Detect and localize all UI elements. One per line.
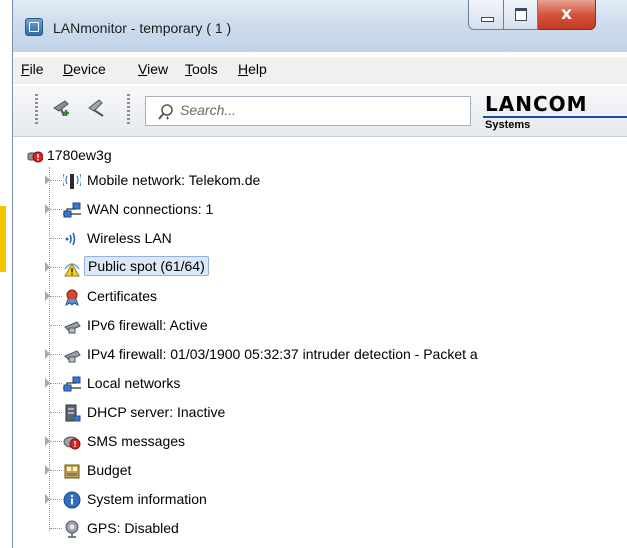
tree-item-wireless-lan[interactable]: Wireless LAN [39,227,627,251]
tree-item-budget[interactable]: Budget [39,459,627,483]
sms-icon [63,436,81,450]
router-alert-icon [27,151,43,163]
search-device-icon[interactable] [85,96,109,120]
logo-subtext: Systems [485,119,531,131]
budget-icon [64,464,80,479]
tree-item-label: DHCP server: Inactive [87,404,226,420]
tree-item-wan-connections[interactable]: WAN connections: 1 [39,198,627,222]
minimize-button[interactable] [468,0,504,30]
tree-item-ipv4-firewall[interactable]: IPv4 firewall: 01/03/1900 05:32:37 intru… [39,343,627,367]
network-icon [63,202,81,218]
tree-item-mobile-network[interactable]: Mobile network: Telekom.de [39,169,627,193]
close-button[interactable]: x [538,0,596,30]
tree-item-label: WAN connections: 1 [87,201,214,217]
menu-help[interactable]: Help [238,61,267,77]
tree-item-label: Local networks [87,375,181,391]
tree-item-label: System information [87,491,207,507]
network-icon [63,376,81,392]
tree-item-dhcp-server[interactable]: DHCP server: Inactive [39,401,627,425]
info-icon [63,491,81,509]
firewall-icon [64,350,81,363]
wireless-icon [65,232,76,246]
logo-text: LANCOM [485,92,588,116]
connect-device-icon[interactable] [51,96,75,120]
tree-item-label: Public spot (61/64) [84,256,209,276]
tree-item-label: GPS: Disabled [87,520,179,536]
menu-view[interactable]: View [138,61,168,77]
device-tree: 1780ew3g Mobile network: Telekom.de WAN … [13,137,627,548]
tree-item-label: IPv6 firewall: Active [87,317,208,333]
server-icon [65,404,81,422]
window-controls: x [468,0,596,31]
public-spot-warning-icon [64,263,80,277]
tree-item-label: Budget [87,462,132,478]
toolbar: LANCOM Systems [13,86,627,137]
tree-item-label: Mobile network: Telekom.de [87,172,261,188]
gps-icon [65,520,79,538]
tree-item-gps[interactable]: GPS: Disabled [39,517,627,541]
firewall-icon [64,321,81,334]
window-title: LANmonitor - temporary ( 1 ) [53,20,232,36]
search-icon [158,104,173,120]
menu-bar: File Device View Tools Help [13,57,627,84]
highlight-marker [0,206,6,272]
tree-item-public-spot[interactable]: Public spot (61/64) [39,256,627,280]
title-bar[interactable]: LANmonitor - temporary ( 1 ) x [13,0,627,52]
menu-device[interactable]: Device [63,61,106,77]
search-input[interactable] [180,102,440,118]
mobile-antenna-icon [63,173,81,189]
app-window: LANmonitor - temporary ( 1 ) x File Devi… [12,0,627,548]
toolbar-grip-2[interactable] [127,94,130,126]
tree-item-label: Wireless LAN [87,230,172,246]
tree-item-ipv6-firewall[interactable]: IPv6 firewall: Active [39,314,627,338]
tree-item-local-networks[interactable]: Local networks [39,372,627,396]
tree-item-certificates[interactable]: Certificates [39,285,627,309]
tree-item-label: IPv4 firewall: 01/03/1900 05:32:37 intru… [87,346,478,362]
logo-bar [483,116,627,118]
menu-file[interactable]: File [21,61,44,77]
search-box[interactable] [145,96,471,126]
tree-root-label: 1780ew3g [47,147,112,163]
tree-item-label: SMS messages [87,433,186,449]
tree-item-sms-messages[interactable]: SMS messages [39,430,627,454]
tree-item-label: Certificates [87,288,158,304]
tree-item-system-information[interactable]: System information [39,488,627,512]
app-icon[interactable] [25,18,43,36]
toolbar-grip[interactable] [35,94,38,126]
lancom-logo: LANCOM Systems [483,92,627,132]
certificate-icon [65,289,79,306]
close-icon: x [561,4,572,24]
menu-tools[interactable]: Tools [185,61,218,77]
maximize-button[interactable] [504,0,538,30]
